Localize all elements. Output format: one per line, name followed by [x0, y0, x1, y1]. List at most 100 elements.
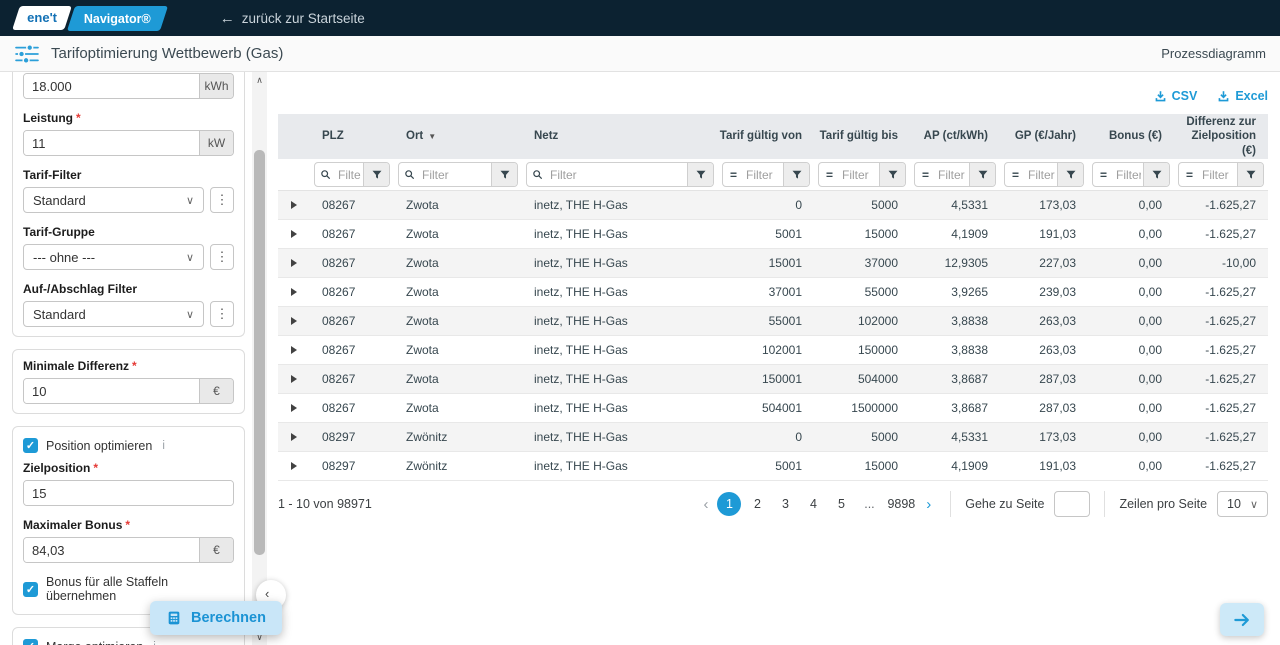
filter-input[interactable] [1114, 163, 1143, 186]
page-button-1[interactable]: 1 [717, 492, 741, 516]
page-button-5[interactable]: 5 [829, 492, 853, 516]
verbrauch-input[interactable] [24, 74, 199, 98]
expand-row-icon[interactable] [291, 346, 297, 354]
tarif-filter-menu-button[interactable]: ⋮ [210, 187, 234, 213]
table-cell: -1.625,27 [1174, 191, 1268, 220]
maximaler-bonus-input[interactable] [24, 538, 199, 562]
filter-input[interactable] [744, 163, 783, 186]
tarif-gruppe-menu-button[interactable]: ⋮ [210, 244, 234, 270]
table-cell: 191,03 [1000, 452, 1088, 481]
expand-row-icon[interactable] [291, 288, 297, 296]
filter-menu-button[interactable] [1143, 163, 1169, 186]
minimale-differenz-input[interactable] [24, 379, 199, 403]
process-diagram-link[interactable]: Prozessdiagramm [1161, 46, 1266, 61]
filter-menu-button[interactable] [1237, 163, 1263, 186]
table-cell: 4,5331 [910, 423, 1000, 452]
filter-menu-button[interactable] [969, 163, 995, 186]
filter-menu-button[interactable] [687, 163, 713, 186]
table-cell: 4,1909 [910, 452, 1000, 481]
zielposition-label: Zielposition* [23, 461, 234, 475]
filter-menu-button[interactable] [879, 163, 905, 186]
table-row: 08267Zwotainetz, THE H-Gas050004,5331173… [278, 191, 1268, 220]
next-page-button[interactable]: › [921, 496, 936, 513]
table-cell: -1.625,27 [1174, 220, 1268, 249]
table-cell: 0 [718, 423, 814, 452]
table-cell: 102000 [814, 307, 910, 336]
zielposition-input[interactable] [24, 481, 233, 505]
previous-page-button[interactable]: ‹ [698, 496, 713, 513]
page-size-select[interactable]: 10 ∨ [1217, 491, 1268, 517]
filter-input[interactable] [336, 163, 363, 186]
sidebar-scrollbar[interactable]: ∧ ∨ [252, 72, 267, 645]
expand-row-icon[interactable] [291, 404, 297, 412]
expand-row-icon[interactable] [291, 259, 297, 267]
expand-row-icon[interactable] [291, 230, 297, 238]
table-cell: 0,00 [1088, 452, 1174, 481]
table-cell: 55001 [718, 307, 814, 336]
expand-row-icon[interactable] [291, 462, 297, 470]
leistung-input[interactable] [24, 131, 199, 155]
table-cell: 4,5331 [910, 191, 1000, 220]
page-title: Tarifoptimierung Wettbewerb (Gas) [51, 45, 283, 62]
column-header-tarif-gültig-bis[interactable]: Tarif gültig bis [814, 114, 910, 159]
column-header-ort[interactable]: Ort▼ [394, 114, 522, 159]
page-button-3[interactable]: 3 [773, 492, 797, 516]
bonus-alle-staffeln-checkbox[interactable]: ✓ [23, 582, 38, 597]
filter-input[interactable] [1026, 163, 1057, 186]
column-header-plz[interactable]: PLZ [310, 114, 394, 159]
column-header-tarif-gültig-von[interactable]: Tarif gültig von [718, 114, 814, 159]
back-to-start-link[interactable]: ← zurück zur Startseite [220, 10, 365, 27]
page-button-2[interactable]: 2 [745, 492, 769, 516]
position-optimieren-checkbox[interactable]: ✓ [23, 438, 38, 453]
berechnen-button[interactable]: Berechnen [150, 601, 282, 635]
column-header-differenz-zur-zielposition-[interactable]: Differenz zur Zielposition (€) [1174, 114, 1268, 159]
page-button-4[interactable]: 4 [801, 492, 825, 516]
expand-row-icon[interactable] [291, 433, 297, 441]
filter-input[interactable] [548, 163, 687, 186]
column-header-netz[interactable]: Netz [522, 114, 718, 159]
scrollbar-thumb[interactable] [254, 150, 265, 555]
brand-logo[interactable]: ene't Navigator® [16, 6, 164, 31]
next-step-button[interactable] [1220, 603, 1264, 636]
scroll-up-arrow-icon[interactable]: ∧ [252, 73, 267, 87]
tarif-filter-select[interactable]: Standard∨ [23, 187, 204, 213]
auf-abschlag-filter-menu-button[interactable]: ⋮ [210, 301, 234, 327]
marge-optimieren-checkbox[interactable]: ✓ [23, 639, 38, 645]
table-cell: 15000 [814, 220, 910, 249]
goto-page-input[interactable] [1054, 491, 1090, 517]
column-header-ap-ct-kwh-[interactable]: AP (ct/kWh) [910, 114, 1000, 159]
expand-row-icon[interactable] [291, 201, 297, 209]
filter-menu-button[interactable] [491, 163, 517, 186]
filter-menu-button[interactable] [1057, 163, 1083, 186]
page-button-9898[interactable]: 9898 [885, 492, 917, 516]
table-cell: 287,03 [1000, 365, 1088, 394]
search-icon [315, 163, 336, 186]
table-cell: inetz, THE H-Gas [522, 423, 718, 452]
filter-input[interactable] [936, 163, 969, 186]
auf-abschlag-filter-select[interactable]: Standard∨ [23, 301, 204, 327]
filter-menu-button[interactable] [783, 163, 809, 186]
expand-row-icon[interactable] [291, 317, 297, 325]
filter-input[interactable] [420, 163, 491, 186]
equals-icon: = [819, 163, 840, 186]
table-cell: 3,8838 [910, 336, 1000, 365]
column-header-bonus-[interactable]: Bonus (€) [1088, 114, 1174, 159]
filter-menu-button[interactable] [363, 163, 389, 186]
table-cell: -1.625,27 [1174, 365, 1268, 394]
table-cell: 5000 [814, 191, 910, 220]
export-csv-link[interactable]: CSV [1154, 89, 1198, 103]
table-cell: 08267 [310, 336, 394, 365]
table-row: 08267Zwotainetz, THE H-Gas5001150004,190… [278, 220, 1268, 249]
table-cell: -1.625,27 [1174, 278, 1268, 307]
info-icon[interactable]: i [153, 641, 156, 645]
chevron-down-icon: ∨ [186, 194, 194, 207]
filter-input[interactable] [1200, 163, 1237, 186]
table-cell: Zwota [394, 191, 522, 220]
export-excel-link[interactable]: Excel [1217, 89, 1268, 103]
filter-input[interactable] [840, 163, 879, 186]
column-header-gp-jahr-[interactable]: GP (€/Jahr) [1000, 114, 1088, 159]
tarif-gruppe-select[interactable]: --- ohne ---∨ [23, 244, 204, 270]
info-icon[interactable]: i [162, 440, 165, 452]
table-cell: -1.625,27 [1174, 394, 1268, 423]
expand-row-icon[interactable] [291, 375, 297, 383]
